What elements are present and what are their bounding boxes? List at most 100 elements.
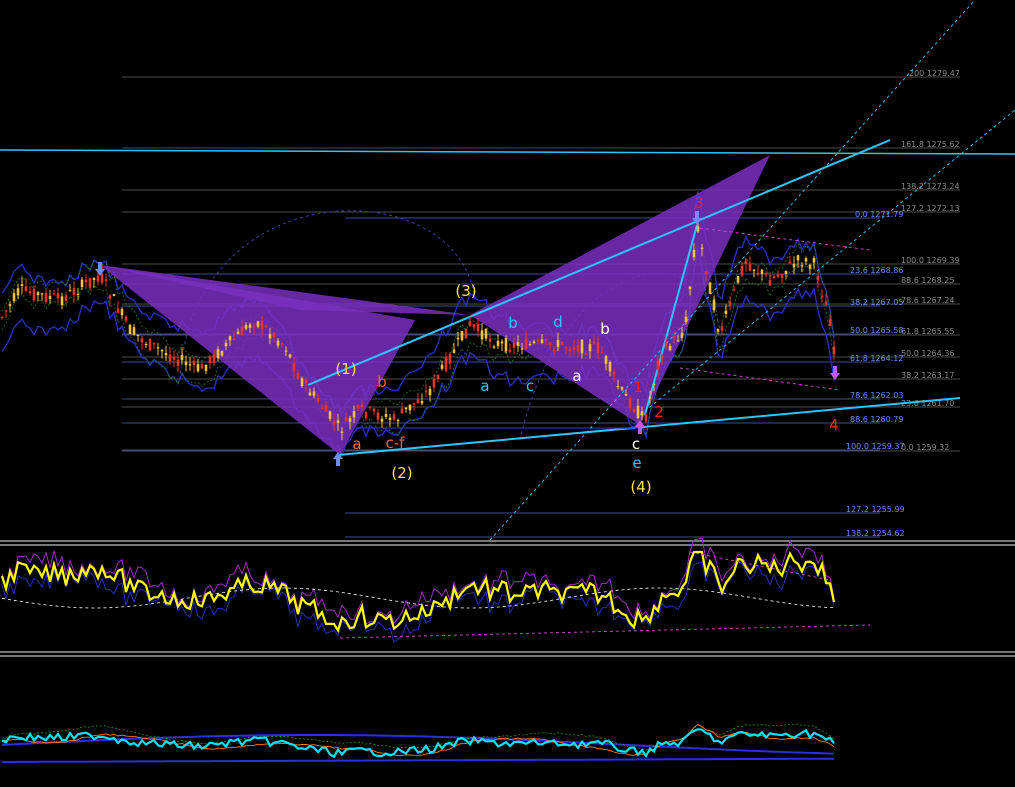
- candle-body: [740, 265, 744, 276]
- candle-body: [608, 362, 612, 372]
- candle-body: [248, 324, 252, 328]
- fib-label: 138.2 1254.62: [846, 529, 905, 538]
- candle-body: [660, 355, 664, 360]
- wave-label: (1): [335, 360, 356, 378]
- candle-body: [236, 331, 240, 335]
- candle-body: [188, 364, 192, 366]
- candle-body: [24, 286, 28, 291]
- candle-body: [532, 341, 536, 344]
- candle-body: [356, 405, 360, 409]
- candle-body: [484, 328, 488, 339]
- candle-body: [328, 411, 332, 419]
- candle-body: [612, 372, 616, 375]
- fib-label: 78.6 1262.03: [850, 391, 903, 400]
- candle-body: [400, 408, 404, 414]
- candle-body: [444, 357, 448, 371]
- candle-body: [216, 349, 220, 359]
- candle-body: [116, 308, 120, 313]
- oscillator-band: [1, 537, 835, 625]
- fib-label: 61.8 1265.55: [901, 327, 954, 336]
- candle-body: [304, 379, 308, 384]
- candle-body: [208, 356, 212, 364]
- candle-body: [736, 275, 740, 283]
- candle-body: [4, 310, 8, 312]
- indicator-panels: [0, 537, 1015, 763]
- candle-body: [240, 326, 244, 336]
- fib-label: 61.8 1264.12: [850, 354, 903, 363]
- candle-body: [204, 364, 208, 371]
- candle-body: [452, 349, 456, 353]
- oscillator-line: [0, 550, 836, 634]
- candle-body: [552, 349, 556, 352]
- wave-label: e: [632, 454, 641, 472]
- candle-body: [124, 316, 128, 321]
- fib-label: 0.0 1259.32: [901, 443, 949, 452]
- candle-body: [816, 275, 820, 281]
- candle-body: [152, 342, 156, 345]
- candle-body: [0, 316, 4, 319]
- wave-label: d: [553, 313, 563, 331]
- candle-body: [692, 249, 696, 258]
- candle-body: [564, 347, 568, 349]
- candle-body: [228, 336, 232, 341]
- candle-body: [604, 355, 608, 364]
- candle-body: [112, 294, 116, 297]
- candle-body: [832, 346, 836, 355]
- candle-body: [144, 343, 148, 346]
- candle-body: [292, 363, 296, 371]
- candle-body: [344, 417, 348, 422]
- fib-label: 50.0 1265.58: [850, 326, 903, 335]
- lower-ma: [2, 757, 834, 763]
- candle-body: [760, 269, 764, 274]
- candle-body: [508, 349, 512, 352]
- candle-body: [776, 274, 780, 277]
- fib-label: 100.0 1259.37: [846, 442, 905, 451]
- candle-body: [628, 398, 632, 409]
- candle-body: [84, 279, 88, 283]
- candle-body: [636, 405, 640, 419]
- candle-body: [556, 340, 560, 347]
- candle-body: [708, 282, 712, 294]
- candle-body: [140, 338, 144, 343]
- candle-body: [716, 329, 720, 332]
- candle-body: [540, 339, 544, 343]
- candle-body: [624, 393, 628, 396]
- candle-body: [516, 342, 520, 346]
- candle-body: [492, 346, 496, 348]
- candle-body: [272, 332, 276, 338]
- candle-body: [588, 344, 592, 352]
- candle-body: [792, 263, 796, 268]
- candle-body: [632, 409, 636, 413]
- candle-body: [352, 411, 356, 418]
- candle-body: [580, 339, 584, 354]
- candle-body: [476, 323, 480, 332]
- candle-body: [136, 334, 140, 337]
- wave-label: (4): [630, 478, 651, 496]
- candle-body: [200, 363, 204, 369]
- candle-body: [312, 391, 316, 396]
- wave-label: b: [377, 373, 387, 391]
- wave-label: 2: [654, 403, 664, 421]
- candle-body: [164, 352, 168, 356]
- oscillator-trendline: [339, 624, 871, 639]
- candle-body: [512, 342, 516, 348]
- candle-body: [620, 387, 624, 390]
- candle-body: [408, 404, 412, 411]
- candle-body: [56, 293, 60, 299]
- candle-body: [280, 343, 284, 345]
- candle-body: [504, 338, 508, 352]
- candle-body: [500, 341, 504, 344]
- wave-label: 3: [694, 194, 704, 212]
- wave-label: b: [600, 320, 610, 338]
- candle-body: [820, 295, 824, 297]
- candle-body: [488, 338, 492, 342]
- wave-label: a: [572, 367, 581, 385]
- fib-label: 78.6 1267.24: [901, 296, 954, 305]
- candle-body: [384, 413, 388, 417]
- candle-body: [336, 420, 340, 423]
- wave-label: (3): [455, 282, 476, 300]
- candle-body: [424, 390, 428, 392]
- candle-body: [700, 247, 704, 249]
- candle-body: [68, 290, 72, 292]
- candle-body: [548, 342, 552, 346]
